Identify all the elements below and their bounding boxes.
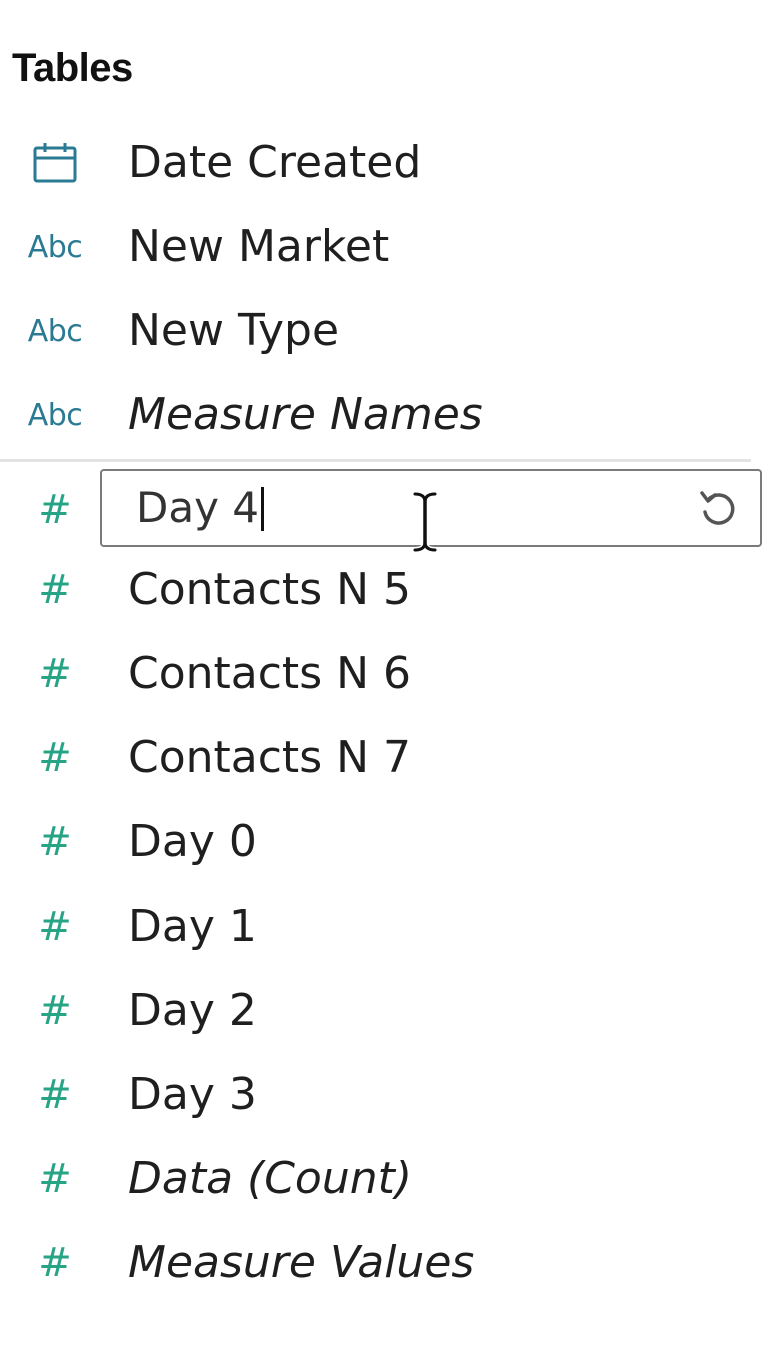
- field-label: New Type: [128, 305, 340, 356]
- field-measure-values[interactable]: # Measure Values: [0, 1221, 767, 1305]
- data-pane: Tables Date Created Abc New Market Abc N…: [0, 0, 767, 1369]
- text-caret: [261, 487, 264, 531]
- type-glyph: #: [38, 567, 72, 613]
- number-type-icon: #: [0, 885, 110, 969]
- number-type-icon: #: [0, 632, 110, 716]
- reset-icon[interactable]: [698, 487, 738, 529]
- field-day-0[interactable]: # Day 0: [0, 800, 767, 884]
- number-type-icon: #: [0, 1053, 110, 1137]
- field-label: Day 0: [128, 816, 257, 867]
- field-data-count[interactable]: # Data (Count): [0, 1137, 767, 1221]
- field-day-3[interactable]: # Day 3: [0, 1053, 767, 1137]
- field-label: Day 2: [128, 985, 257, 1036]
- field-measure-names[interactable]: Abc Measure Names: [0, 373, 767, 457]
- field-contacts-n-5[interactable]: # Contacts N 5: [0, 548, 767, 632]
- field-date-created[interactable]: Date Created: [0, 121, 767, 205]
- field-label: Measure Values: [128, 1237, 475, 1288]
- type-glyph: #: [38, 1240, 72, 1286]
- field-label: Day 3: [128, 1069, 257, 1120]
- field-label: Measure Names: [128, 389, 483, 440]
- dimension-measure-divider: [0, 459, 751, 462]
- type-glyph: #: [38, 651, 72, 697]
- string-type-icon: Abc: [0, 205, 110, 289]
- field-label: Data (Count): [128, 1153, 413, 1204]
- type-glyph: Abc: [27, 229, 83, 265]
- rename-field-box[interactable]: [100, 469, 762, 547]
- field-day-2[interactable]: # Day 2: [0, 969, 767, 1053]
- type-glyph: #: [38, 1156, 72, 1202]
- number-type-icon: #: [0, 468, 110, 552]
- type-glyph: Abc: [27, 313, 83, 349]
- field-contacts-n-6[interactable]: # Contacts N 6: [0, 632, 767, 716]
- number-type-icon: #: [0, 548, 110, 632]
- field-label: Contacts N 6: [128, 648, 411, 699]
- field-new-type[interactable]: Abc New Type: [0, 289, 767, 373]
- number-type-icon: #: [0, 716, 110, 800]
- string-type-icon: Abc: [0, 373, 110, 457]
- calendar-icon: [0, 121, 110, 205]
- type-glyph: #: [38, 487, 72, 533]
- type-glyph: #: [38, 735, 72, 781]
- field-label: Day 1: [128, 901, 257, 952]
- string-type-icon: Abc: [0, 289, 110, 373]
- field-contacts-n-7[interactable]: # Contacts N 7: [0, 716, 767, 800]
- type-glyph: Abc: [27, 397, 83, 433]
- field-label: Contacts N 7: [128, 732, 411, 783]
- type-glyph: #: [38, 988, 72, 1034]
- field-day-1[interactable]: # Day 1: [0, 885, 767, 969]
- type-glyph: #: [38, 1072, 72, 1118]
- number-type-icon: #: [0, 1137, 110, 1221]
- type-glyph: #: [38, 819, 72, 865]
- type-glyph: #: [38, 904, 72, 950]
- section-title: Tables: [12, 46, 133, 90]
- field-label: Contacts N 5: [128, 564, 411, 615]
- number-type-icon: #: [0, 1221, 110, 1305]
- field-label: Date Created: [128, 137, 422, 188]
- field-new-market[interactable]: Abc New Market: [0, 205, 767, 289]
- rename-field-input[interactable]: [136, 471, 696, 545]
- number-type-icon: #: [0, 969, 110, 1053]
- field-label: New Market: [128, 221, 390, 272]
- number-type-icon: #: [0, 800, 110, 884]
